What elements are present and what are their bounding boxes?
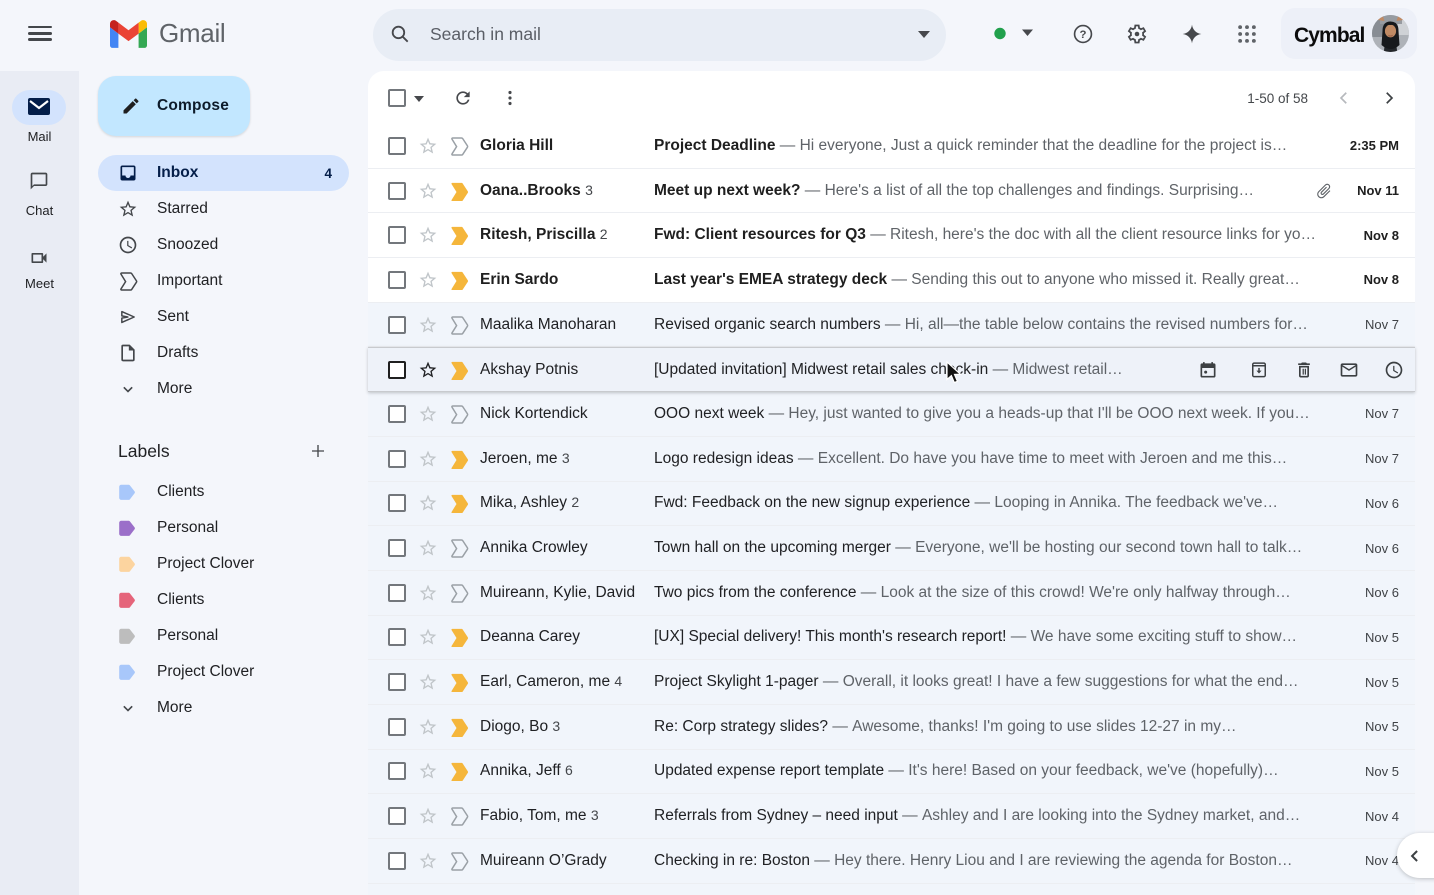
svg-text:?: ? — [1080, 29, 1087, 41]
